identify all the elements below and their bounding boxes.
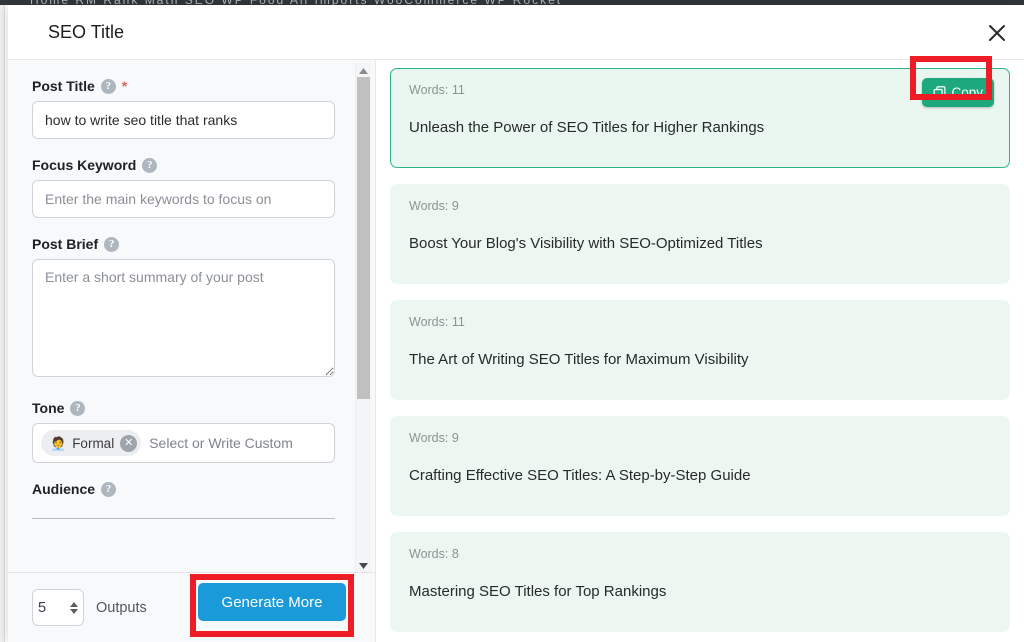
tone-chip-formal[interactable]: 🧑‍💼 Formal ✕ — [41, 430, 142, 456]
tone-chip-label: Formal — [72, 435, 115, 451]
spinner-up-icon[interactable] — [70, 601, 78, 607]
focus-keyword-label: Focus Keyword — [32, 157, 137, 173]
post-brief-label: Post Brief — [32, 236, 99, 252]
result-title: The Art of Writing SEO Titles for Maximu… — [409, 351, 749, 368]
page-root: Home RM Rank Math SEO WP Food All Import… — [0, 0, 1024, 642]
outputs-stepper[interactable]: 5 — [32, 589, 84, 626]
post-title-input[interactable] — [32, 101, 335, 139]
post-brief-textarea[interactable] — [32, 259, 335, 377]
help-icon[interactable]: ? — [142, 157, 158, 173]
modal-header: SEO Title — [8, 5, 1024, 60]
field-audience: Audience ? — [32, 481, 351, 519]
form-scroll-area: Post Title ? * Focus Keyword ? — [8, 60, 375, 572]
page-title: SEO Title — [48, 22, 125, 42]
chevron-down-icon[interactable] — [356, 558, 371, 572]
field-label-focus-keyword: Focus Keyword ? — [32, 157, 351, 173]
result-title: Crafting Effective SEO Titles: A Step-by… — [409, 467, 751, 484]
word-count: Words: 9 — [409, 431, 459, 445]
field-post-title: Post Title ? * — [32, 78, 351, 139]
audience-input[interactable] — [32, 504, 335, 519]
form-scrollbar[interactable] — [355, 63, 371, 572]
results-panel: Words: 11 Unleash the Power of SEO Title… — [376, 60, 1024, 642]
result-title: Mastering SEO Titles for Top Rankings — [409, 583, 667, 600]
word-count: Words: 11 — [409, 83, 465, 97]
field-label-tone: Tone ? — [32, 400, 351, 416]
generate-more-button[interactable]: Generate More — [198, 583, 346, 621]
result-card-4[interactable]: Words: 9 Crafting Effective SEO Titles: … — [390, 416, 1010, 516]
word-count: Words: 9 — [409, 199, 459, 213]
seo-title-modal: SEO Title Post Title ? * how to write se… — [8, 5, 1024, 642]
required-marker: * — [121, 78, 128, 94]
copy-button[interactable]: Copy — [922, 78, 994, 107]
word-count: Words: 11 — [409, 315, 465, 329]
result-card-1[interactable]: Words: 11 Unleash the Power of SEO Title… — [390, 68, 1010, 168]
help-icon[interactable]: ? — [104, 236, 120, 252]
help-icon[interactable]: ? — [100, 78, 116, 94]
outputs-label: Outputs — [96, 599, 147, 616]
form-panel: Post Title ? * Focus Keyword ? — [8, 60, 376, 642]
tone-label: Tone — [32, 400, 65, 416]
copy-icon — [933, 86, 946, 99]
result-card-2[interactable]: Words: 9 Boost Your Blog's Visibility wi… — [390, 184, 1010, 284]
field-label-audience: Audience ? — [32, 481, 351, 497]
result-title: Boost Your Blog's Visibility with SEO-Op… — [409, 235, 763, 252]
result-card-3[interactable]: Words: 11 The Art of Writing SEO Titles … — [390, 300, 1010, 400]
tone-multiselect[interactable]: 🧑‍💼 Formal ✕ Select or Write Custom — [32, 423, 335, 463]
field-tone: Tone ? 🧑‍💼 Formal ✕ Select or Write Cust… — [32, 400, 351, 463]
outputs-value[interactable]: 5 — [38, 600, 46, 616]
business-person-icon: 🧑‍💼 — [50, 435, 67, 451]
field-label-post-title: Post Title ? * — [32, 78, 351, 94]
stepper-arrows[interactable] — [70, 601, 78, 614]
tone-placeholder: Select or Write Custom — [149, 435, 293, 451]
word-count: Words: 8 — [409, 547, 459, 561]
post-title-label: Post Title — [32, 78, 95, 94]
copy-button-label: Copy — [951, 85, 983, 100]
result-card-5[interactable]: Words: 8 Mastering SEO Titles for Top Ra… — [390, 532, 1010, 632]
help-icon[interactable]: ? — [70, 400, 86, 416]
form-scrollbar-thumb[interactable] — [357, 77, 370, 399]
result-title: Unleash the Power of SEO Titles for High… — [409, 119, 765, 136]
focus-keyword-input[interactable] — [32, 180, 335, 218]
field-focus-keyword: Focus Keyword ? — [32, 157, 351, 218]
spinner-down-icon[interactable] — [70, 608, 78, 614]
page-left-edge — [0, 5, 5, 642]
modal-body: Post Title ? * Focus Keyword ? — [8, 60, 1024, 642]
close-circle-icon[interactable]: ✕ — [120, 434, 138, 452]
field-post-brief: Post Brief ? — [32, 236, 351, 382]
audience-label: Audience — [32, 481, 96, 497]
help-icon[interactable]: ? — [101, 481, 117, 497]
field-label-post-brief: Post Brief ? — [32, 236, 351, 252]
close-icon[interactable] — [980, 16, 1014, 50]
